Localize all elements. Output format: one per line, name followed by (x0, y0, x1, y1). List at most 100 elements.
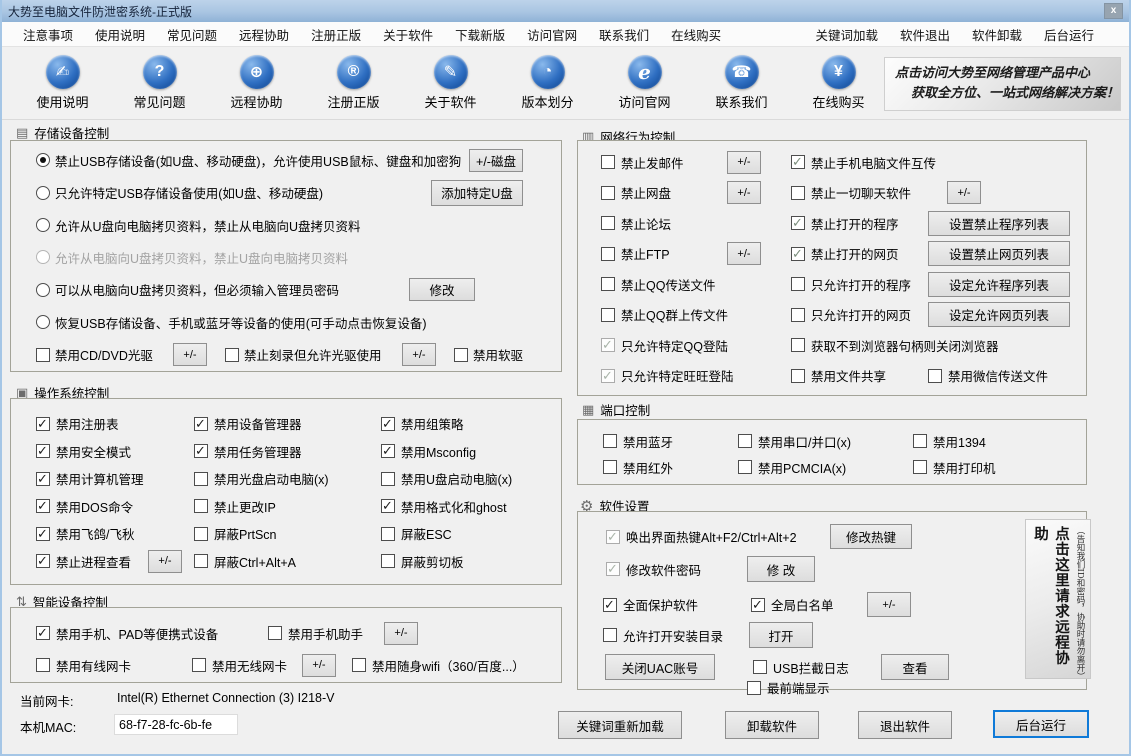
ftp-plus-minus-button[interactable]: +/- (727, 242, 761, 266)
menu-item-notes[interactable]: 注意事项 (12, 25, 84, 44)
modify-password-button[interactable]: 修改 (409, 278, 475, 302)
menu-item-website[interactable]: 访问官网 (516, 25, 588, 44)
checkbox-block-prtscn[interactable] (194, 526, 208, 541)
checkbox-disable-pcmcia[interactable] (738, 460, 752, 474)
checkbox-disable-cddvd[interactable] (36, 347, 50, 362)
checkbox-label[interactable]: 禁用DOS命令 (56, 497, 133, 516)
checkbox-disable-task-manager[interactable] (194, 443, 208, 459)
exit-software-button[interactable]: 退出软件 (858, 711, 952, 739)
checkbox-disable-format-ghost[interactable] (381, 498, 395, 514)
checkbox-block-process-view[interactable] (36, 553, 50, 569)
product-center-banner[interactable]: 点击访问大势至网络管理产品中心 获取全方位、一站式网络解决方案！ (884, 57, 1121, 111)
checkbox-disable-wireless-nic[interactable] (192, 658, 206, 672)
checkbox-label[interactable]: 禁用1394 (933, 432, 986, 451)
checkbox-label[interactable]: 禁止刻录但允许光驱使用 (244, 345, 402, 364)
checkbox-block-clipboard[interactable] (381, 554, 395, 569)
checkbox-specific-qq-only[interactable] (601, 337, 615, 353)
set-allowed-webpages-button[interactable]: 设定允许网页列表 (928, 302, 1070, 328)
checkbox-disable-bluetooth[interactable] (603, 434, 617, 448)
checkbox-label[interactable]: 禁止一切聊天软件 (811, 183, 911, 202)
checkbox-label[interactable]: 禁用Msconfig (401, 442, 476, 461)
radio-restore-usb-devices[interactable] (36, 315, 50, 330)
checkbox-allowed-programs-only[interactable] (791, 277, 805, 292)
checkbox-global-whitelist[interactable] (751, 597, 765, 613)
checkbox-block-forums[interactable] (601, 216, 615, 231)
menu-item-buy[interactable]: 在线购买 (660, 25, 732, 44)
checkbox-label[interactable]: 禁用蓝牙 (623, 432, 673, 451)
checkbox-disable-1394[interactable] (913, 434, 927, 448)
checkbox-change-password[interactable] (606, 561, 620, 577)
checkbox-label[interactable]: 禁用注册表 (56, 414, 119, 433)
open-button[interactable]: 打开 (749, 622, 813, 648)
checkbox-disable-device-manager[interactable] (194, 416, 208, 432)
checkbox-label[interactable]: 禁止QQ传送文件 (621, 275, 715, 294)
set-allowed-programs-button[interactable]: 设定允许程序列表 (928, 271, 1070, 297)
menu-item-keywords-load[interactable]: 关键词加载 (804, 25, 889, 44)
checkbox-label[interactable]: 禁用有线网卡 (56, 656, 192, 675)
toolbar-about[interactable]: ✎ 关于软件 (402, 55, 499, 111)
change-hotkey-button[interactable]: 修改热键 (830, 524, 912, 549)
toolbar-website[interactable]: e 访问官网 (596, 55, 693, 111)
wireless-plus-minus-button[interactable]: +/- (302, 653, 336, 677)
checkbox-disable-msconfig[interactable] (381, 443, 395, 459)
checkbox-disable-phone-pad[interactable] (36, 625, 50, 641)
phone-assistant-plus-minus-button[interactable]: +/- (384, 621, 418, 645)
background-run-button[interactable]: 后台运行 (993, 710, 1089, 738)
checkbox-block-phone-pc-transfer[interactable] (791, 154, 805, 170)
checkbox-label[interactable]: 禁用手机、PAD等便携式设备 (56, 624, 268, 643)
checkbox-label[interactable]: 获取不到浏览器句柄则关闭浏览器 (811, 336, 999, 355)
checkbox-label[interactable]: 全面保护软件 (623, 595, 745, 614)
checkbox-disable-serial-parallel[interactable] (738, 434, 752, 448)
radio-label[interactable]: 可以从电脑向U盘拷贝资料，但必须输入管理员密码 (55, 280, 409, 299)
checkbox-label[interactable]: 只允许打开的网页 (811, 305, 911, 324)
radio-label[interactable]: 恢复USB存储设备、手机或蓝牙等设备的使用(可手动点击恢复设备) (55, 313, 561, 332)
whitelist-plus-minus-button[interactable]: +/- (867, 592, 911, 617)
checkbox-block-all-chat[interactable] (791, 185, 805, 200)
menu-item-download[interactable]: 下载新版 (444, 25, 516, 44)
checkbox-disable-wired-nic[interactable] (36, 658, 50, 672)
checkbox-disable-phone-assistant[interactable] (268, 626, 282, 640)
checkbox-label[interactable]: 屏蔽ESC (401, 524, 452, 543)
radio-label[interactable]: 允许从U盘向电脑拷贝资料，禁止从电脑向U盘拷贝资料 (55, 216, 561, 235)
checkbox-hotkey[interactable] (606, 529, 620, 545)
checkbox-disable-file-sharing[interactable] (791, 368, 805, 383)
menu-item-faq[interactable]: 常见问题 (156, 25, 228, 44)
checkbox-disable-usb-boot[interactable] (381, 471, 395, 486)
checkbox-block-wechat-file[interactable] (928, 368, 942, 383)
checkbox-disable-dos[interactable] (36, 498, 50, 514)
checkbox-label[interactable]: 禁止FTP (621, 244, 670, 263)
set-blocked-programs-button[interactable]: 设置禁止程序列表 (928, 210, 1070, 236)
checkbox-label[interactable]: 禁止网盘 (621, 183, 671, 202)
checkbox-label[interactable]: 禁用飞鸽/飞秋 (56, 524, 134, 543)
reload-keywords-button[interactable]: 关键词重新加载 (558, 711, 682, 739)
checkbox-label[interactable]: 全局白名单 (771, 595, 861, 614)
uninstall-software-button[interactable]: 卸载软件 (725, 711, 819, 739)
checkbox-label[interactable]: 禁用CD/DVD光驱 (55, 345, 173, 364)
checkbox-disable-ipmsg[interactable] (36, 526, 50, 542)
set-blocked-webpages-button[interactable]: 设置禁止网页列表 (928, 241, 1070, 267)
cddvd-plus-minus-button[interactable]: +/- (173, 343, 207, 367)
checkbox-protect-software[interactable] (603, 597, 617, 613)
checkbox-label[interactable]: 禁用光盘启动电脑(x) (214, 469, 329, 488)
checkbox-blocked-programs[interactable] (791, 215, 805, 231)
radio-usb-to-pc-only[interactable] (36, 218, 50, 233)
checkbox-disable-safe-mode[interactable] (36, 443, 50, 459)
checkbox-label[interactable]: USB拦截日志 (773, 658, 865, 677)
radio-disable-usb-storage[interactable] (36, 153, 50, 168)
menu-item-usage[interactable]: 使用说明 (84, 25, 156, 44)
menu-item-uninstall[interactable]: 软件卸载 (961, 25, 1033, 44)
checkbox-label[interactable]: 禁用无线网卡 (212, 656, 302, 675)
checkbox-label[interactable]: 屏蔽Ctrl+Alt+A (214, 552, 296, 571)
menu-item-remote[interactable]: 远程协助 (228, 25, 300, 44)
checkbox-disable-infrared[interactable] (603, 460, 617, 474)
menu-item-about[interactable]: 关于软件 (372, 25, 444, 44)
checkbox-disable-cd-boot[interactable] (194, 471, 208, 486)
checkbox-specific-wangwang-only[interactable] (601, 368, 615, 384)
checkbox-label[interactable]: 禁用PCMCIA(x) (758, 458, 846, 477)
checkbox-label[interactable]: 禁用红外 (623, 458, 673, 477)
checkbox-allow-open-install-dir[interactable] (603, 628, 617, 642)
checkbox-blocked-webpages[interactable] (791, 246, 805, 262)
checkbox-label[interactable]: 只允许打开的程序 (811, 275, 911, 294)
checkbox-block-ctrl-alt-a[interactable] (194, 554, 208, 569)
toolbar-buy-online[interactable]: ¥ 在线购买 (790, 55, 887, 111)
